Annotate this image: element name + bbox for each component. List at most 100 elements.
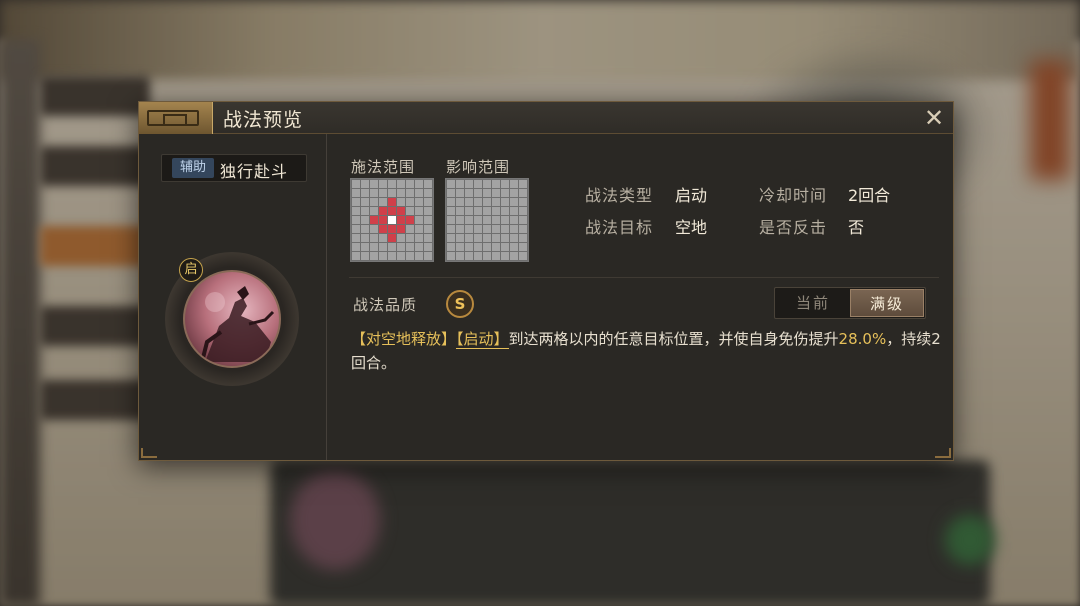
skill-type-tag: 【启动】	[456, 330, 509, 349]
grid-cell	[483, 234, 491, 242]
grid-cell	[474, 225, 482, 233]
grid-cell	[447, 252, 455, 260]
grid-cell	[510, 243, 518, 251]
grid-cell	[406, 225, 414, 233]
damage-reduction-value: 28.0%	[838, 330, 887, 348]
grid-cell	[424, 216, 432, 224]
cast-range-grid	[350, 178, 434, 262]
grid-cell	[406, 189, 414, 197]
grid-cell	[456, 234, 464, 242]
skill-target-label: 战法目标	[585, 218, 654, 237]
grid-cell	[474, 189, 482, 197]
grid-cell	[415, 243, 423, 251]
grid-cell	[370, 225, 378, 233]
grid-cell	[415, 189, 423, 197]
grid-cell	[397, 180, 405, 188]
skill-details-panel: 施法范围 影响范围 战法类型 启动 冷却时间 2回合 战法目标 空地 是否反击 …	[327, 134, 953, 460]
counterattack-label: 是否反击	[759, 218, 828, 237]
grid-cell	[388, 180, 396, 188]
grid-cell	[352, 180, 360, 188]
grid-cell	[370, 189, 378, 197]
grid-cell	[406, 216, 414, 224]
grid-cell	[501, 225, 509, 233]
grid-cell	[397, 207, 405, 215]
grid-cell	[456, 252, 464, 260]
grid-cell	[406, 198, 414, 206]
dialog-title-bar: 战法预览 ✕	[139, 102, 953, 134]
grid-cell	[447, 225, 455, 233]
grid-cell	[397, 198, 405, 206]
corner-ornament	[141, 448, 157, 458]
cooldown-label: 冷却时间	[759, 186, 828, 205]
grid-cell	[501, 189, 509, 197]
description-text: 到达两格以内的任意目标位置，并使自身免伤提升	[508, 330, 839, 348]
grid-cell	[465, 252, 473, 260]
grid-cell	[388, 198, 396, 206]
title-ornament-icon	[139, 102, 213, 134]
grid-cell	[361, 225, 369, 233]
grid-cell	[424, 180, 432, 188]
grid-cell	[465, 216, 473, 224]
grid-cell	[501, 234, 509, 242]
grid-cell	[483, 207, 491, 215]
skill-target-value: 空地	[675, 218, 708, 237]
grid-cell	[492, 207, 500, 215]
grid-cell	[397, 189, 405, 197]
grid-cell	[501, 252, 509, 260]
grid-cell	[474, 198, 482, 206]
grid-cell	[492, 189, 500, 197]
grid-cell	[510, 225, 518, 233]
grid-cell	[424, 252, 432, 260]
close-icon[interactable]: ✕	[921, 105, 947, 131]
grid-cell	[456, 180, 464, 188]
grid-cell	[370, 207, 378, 215]
grid-cell	[361, 180, 369, 188]
grid-cell	[370, 198, 378, 206]
grid-cell	[519, 216, 527, 224]
grid-cell	[492, 216, 500, 224]
max-level-tab[interactable]: 满级	[850, 289, 924, 317]
grid-cell	[465, 207, 473, 215]
grid-cell	[406, 243, 414, 251]
grid-cell	[370, 252, 378, 260]
grid-cell	[352, 198, 360, 206]
grid-cell	[474, 207, 482, 215]
grid-cell	[465, 198, 473, 206]
grid-cell	[406, 180, 414, 188]
grid-cell	[424, 207, 432, 215]
grid-cell	[388, 189, 396, 197]
grid-cell	[361, 207, 369, 215]
grid-cell	[510, 189, 518, 197]
divider	[349, 277, 939, 278]
grid-cell	[379, 252, 387, 260]
grid-cell	[474, 252, 482, 260]
grid-cell	[415, 225, 423, 233]
grid-cell	[379, 234, 387, 242]
grid-cell	[474, 216, 482, 224]
grid-cell	[447, 216, 455, 224]
skill-type-value: 启动	[675, 186, 708, 205]
skill-name-box: 辅助 独行赴斗	[161, 154, 307, 182]
grid-cell	[361, 234, 369, 242]
grid-cell	[483, 252, 491, 260]
grid-cell	[361, 189, 369, 197]
level-toggle: 当前 满级	[774, 287, 926, 319]
grid-cell	[415, 207, 423, 215]
grid-cell	[388, 225, 396, 233]
grid-cell	[519, 225, 527, 233]
grid-cell	[388, 207, 396, 215]
grid-cell	[456, 189, 464, 197]
grid-cell	[397, 234, 405, 242]
grid-cell	[501, 216, 509, 224]
grid-cell	[519, 198, 527, 206]
grid-cell	[474, 180, 482, 188]
current-level-tab[interactable]: 当前	[776, 289, 850, 317]
grid-cell	[483, 243, 491, 251]
grid-cell	[397, 225, 405, 233]
grid-cell	[352, 216, 360, 224]
grid-cell	[492, 180, 500, 188]
grid-cell	[465, 189, 473, 197]
grid-cell	[447, 243, 455, 251]
grid-cell	[415, 252, 423, 260]
grid-cell	[519, 234, 527, 242]
